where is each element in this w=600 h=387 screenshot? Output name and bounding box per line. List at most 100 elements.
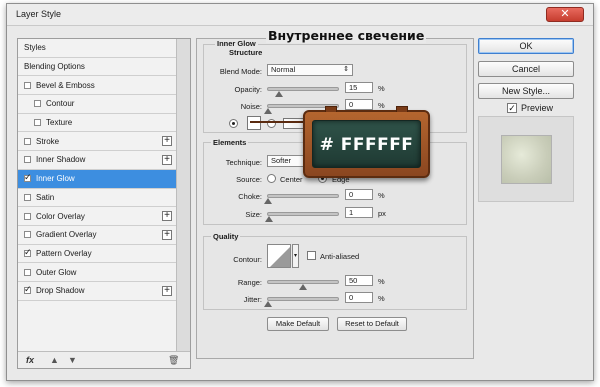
add-style-icon[interactable]: +	[162, 285, 172, 296]
contour-picker[interactable]	[267, 244, 291, 268]
style-item-label: Pattern Overlay	[36, 248, 92, 258]
styles-list: Styles Blending Options Bevel & Emboss Cont…	[18, 39, 176, 301]
fx-icon[interactable]: fx	[26, 355, 34, 365]
board-wire	[250, 121, 305, 123]
source-center-radio[interactable]	[267, 174, 276, 183]
reset-to-default-button[interactable]: Reset to Default	[337, 317, 407, 331]
noise-field[interactable]: 0	[345, 99, 373, 110]
contour-curve-icon	[270, 247, 290, 267]
style-checkbox[interactable]	[34, 100, 41, 108]
preview-box	[478, 116, 574, 202]
structure-title: Structure	[227, 48, 265, 57]
close-button[interactable]: ✕	[546, 7, 584, 22]
style-item-bevel-emboss[interactable]: Bevel & Emboss	[18, 76, 176, 96]
style-item-outer-glow[interactable]: Outer Glow	[18, 263, 176, 282]
move-down-icon[interactable]: ▼	[68, 355, 77, 365]
settings-panel: Inner Glow Structure Blend Mode: Normal …	[196, 38, 474, 359]
size-slider[interactable]	[264, 212, 339, 222]
opacity-slider-thumb[interactable]	[274, 91, 283, 97]
quality-title: Quality	[211, 232, 241, 241]
noise-label: Noise:	[240, 102, 262, 111]
size-unit: px	[378, 209, 386, 218]
style-item-color-overlay[interactable]: Color Overlay +	[18, 207, 176, 226]
choke-unit: %	[378, 191, 385, 200]
style-item-stroke[interactable]: Stroke +	[18, 132, 176, 152]
style-item-label: Texture	[46, 118, 73, 128]
jitter-unit: %	[378, 294, 385, 303]
range-unit: %	[378, 277, 385, 286]
style-checkbox[interactable]	[24, 137, 31, 145]
style-item-label: Bevel & Emboss	[36, 80, 95, 90]
new-style-button[interactable]: New Style...	[478, 83, 574, 99]
style-item-pattern-overlay[interactable]: Pattern Overlay	[18, 244, 176, 264]
add-style-icon[interactable]: +	[162, 136, 172, 147]
style-checkbox[interactable]	[24, 193, 31, 201]
add-style-icon[interactable]: +	[162, 155, 172, 166]
contour-dropdown-icon[interactable]: ▾	[292, 244, 299, 268]
style-item-texture[interactable]: Texture	[18, 113, 176, 133]
style-checkbox[interactable]	[24, 231, 31, 239]
style-item-blending-options[interactable]: Blending Options	[18, 57, 176, 77]
jitter-slider-thumb[interactable]	[264, 301, 272, 307]
blend-mode-value: Normal	[271, 65, 296, 74]
contour-label: Contour:	[233, 255, 262, 264]
style-item-label: Styles	[24, 43, 46, 53]
style-checkbox[interactable]	[24, 268, 31, 276]
range-slider-thumb[interactable]	[299, 284, 307, 290]
color-code-board: # FFFFFF	[303, 106, 430, 178]
choke-field[interactable]: 0	[345, 189, 373, 200]
style-item-gradient-overlay[interactable]: Gradient Overlay +	[18, 225, 176, 245]
range-field[interactable]: 50	[345, 275, 373, 286]
style-item-inner-shadow[interactable]: Inner Shadow +	[18, 151, 176, 170]
style-checkbox[interactable]	[24, 172, 32, 183]
style-item-drop-shadow[interactable]: Drop Shadow +	[18, 281, 176, 301]
move-up-icon[interactable]: ▲	[50, 355, 59, 365]
size-field[interactable]: 1	[345, 207, 373, 218]
jitter-slider[interactable]	[264, 297, 339, 307]
style-item-label: Drop Shadow	[36, 286, 85, 296]
anti-aliased-checkbox[interactable]	[307, 251, 316, 260]
style-checkbox[interactable]	[24, 156, 31, 164]
choke-slider[interactable]	[264, 194, 339, 204]
blend-mode-select[interactable]: Normal ⇕	[267, 64, 353, 76]
choke-slider-thumb[interactable]	[264, 198, 272, 204]
color-mode-radio[interactable]	[229, 119, 238, 128]
jitter-field[interactable]: 0	[345, 292, 373, 303]
source-center-label: Center	[280, 175, 303, 184]
styles-list-scrollbar[interactable]	[176, 39, 190, 368]
style-item-inner-glow[interactable]: Inner Glow	[18, 169, 176, 189]
source-label: Source:	[236, 175, 262, 184]
glow-color-swatch[interactable]	[247, 116, 261, 130]
preview-checkbox[interactable]: ✓	[507, 103, 517, 113]
noise-slider-thumb[interactable]	[264, 108, 272, 114]
jitter-label: Jitter:	[243, 295, 262, 304]
opacity-unit: %	[378, 84, 385, 93]
cancel-button[interactable]: Cancel	[478, 61, 574, 77]
make-default-button[interactable]: Make Default	[267, 317, 329, 331]
style-checkbox[interactable]	[24, 284, 32, 295]
anti-aliased-label: Anti-aliased	[320, 252, 360, 261]
style-checkbox[interactable]	[24, 212, 31, 220]
blend-mode-label: Blend Mode:	[219, 67, 262, 76]
style-item-contour[interactable]: Contour	[18, 95, 176, 114]
style-item-label: Outer Glow	[36, 267, 77, 277]
range-slider[interactable]	[267, 280, 339, 290]
range-label: Range:	[237, 278, 262, 287]
style-item-satin[interactable]: Satin	[18, 188, 176, 208]
add-style-icon[interactable]: +	[162, 211, 172, 222]
styles-footer: fx ▲ ▼ 🗑	[18, 351, 190, 368]
board-peg-left	[325, 106, 337, 112]
style-item-styles[interactable]: Styles	[18, 39, 176, 58]
delete-icon[interactable]: 🗑	[168, 355, 179, 366]
style-checkbox[interactable]	[24, 81, 31, 89]
size-slider-thumb[interactable]	[264, 216, 273, 222]
style-checkbox[interactable]	[34, 119, 41, 127]
window-title: Layer Style	[16, 9, 62, 19]
gradient-swatch[interactable]	[283, 118, 305, 129]
opacity-field[interactable]: 15	[345, 82, 373, 93]
overlay-caption: Внутреннее свечение	[266, 28, 427, 43]
opacity-slider[interactable]	[267, 87, 339, 97]
ok-button[interactable]: OK	[478, 38, 574, 54]
style-checkbox[interactable]	[24, 247, 32, 258]
add-style-icon[interactable]: +	[162, 229, 172, 240]
